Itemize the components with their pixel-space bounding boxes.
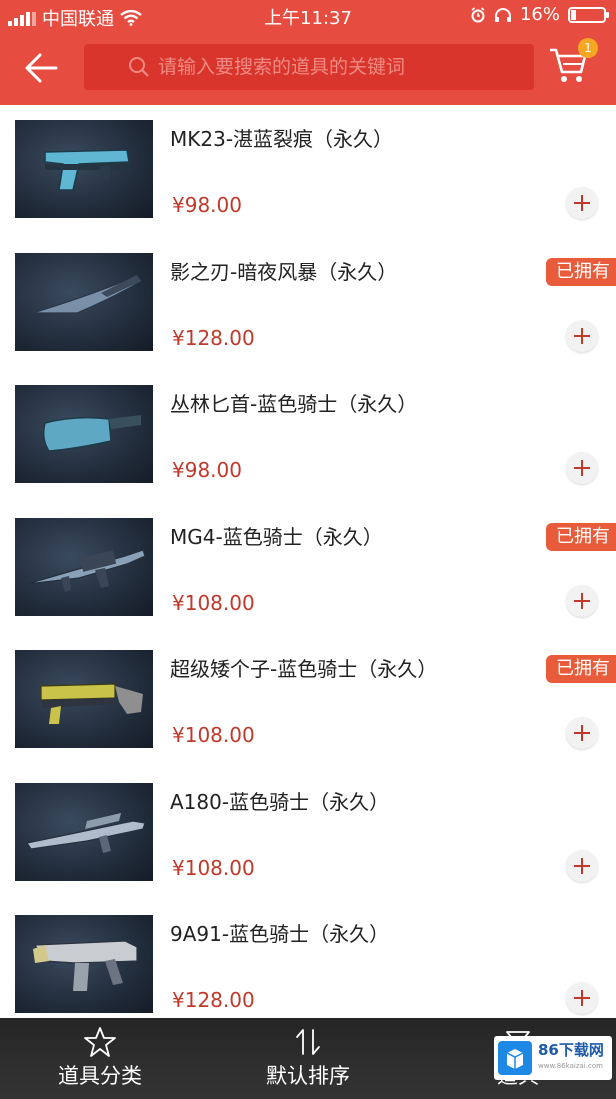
add-to-cart-button[interactable] <box>566 319 598 352</box>
item-price: ¥108.00 <box>172 723 255 747</box>
item-name: A180-蓝色骑士（永久） <box>170 789 390 814</box>
tab-category[interactable]: 道具分类 <box>40 1018 160 1099</box>
star-icon <box>84 1027 116 1057</box>
owned-badge: 已拥有 <box>546 655 616 683</box>
search-box[interactable] <box>84 44 534 90</box>
product-list: MK23-湛蓝裂痕（永久） ¥98.00 影之刃-暗夜风暴（永久） ¥128.0… <box>0 105 616 1033</box>
item-thumbnail <box>15 385 153 483</box>
item-price: ¥98.00 <box>172 458 242 482</box>
list-item[interactable]: 9A91-蓝色骑士（永久） ¥128.00 <box>0 900 616 1033</box>
list-item[interactable]: 超级矮个子-蓝色骑士（永久） ¥108.00 已拥有 <box>0 635 616 768</box>
watermark-logo-icon <box>498 1041 532 1075</box>
alarm-icon <box>471 6 485 22</box>
item-price: ¥108.00 <box>172 590 255 615</box>
cart-button[interactable]: 1 <box>548 38 598 90</box>
item-name: 影之刃-暗夜风暴（永久） <box>170 259 398 284</box>
list-item[interactable]: 影之刃-暗夜风暴（永久） ¥128.00 已拥有 <box>0 238 616 371</box>
pistol-icon <box>44 149 130 191</box>
add-to-cart-button[interactable] <box>566 849 598 882</box>
rifle-icon <box>26 812 146 853</box>
item-price: ¥108.00 <box>172 855 255 880</box>
sort-icon <box>296 1029 320 1055</box>
item-name: MK23-湛蓝裂痕（永久） <box>170 127 394 151</box>
shotgun-icon <box>40 683 143 724</box>
jungle-knife-icon <box>42 415 141 452</box>
owned-badge: 已拥有 <box>546 257 616 286</box>
search-icon <box>129 57 149 77</box>
add-to-cart-button[interactable] <box>566 717 598 749</box>
list-item[interactable]: 丛林匕首-蓝色骑士（永久） ¥98.00 <box>0 370 616 503</box>
list-item[interactable]: MK23-湛蓝裂痕（永久） ¥98.00 <box>0 105 616 238</box>
list-item[interactable]: MG4-蓝色骑士（永久） ¥108.00 已拥有 <box>0 503 616 636</box>
owned-badge: 已拥有 <box>546 522 616 551</box>
item-name: 丛林匕首-蓝色骑士（永久） <box>170 392 418 416</box>
item-thumbnail <box>15 782 153 881</box>
tab-category-label: 道具分类 <box>58 1064 142 1088</box>
item-thumbnail <box>15 120 153 218</box>
tab-sort-label: 默认排序 <box>266 1064 350 1088</box>
item-price: ¥128.00 <box>172 988 255 1012</box>
add-to-cart-button[interactable] <box>566 187 598 219</box>
app-header: 中国联通 上午11:37 16% 请输入要搜索的道具的关键词 1 <box>0 0 616 105</box>
battery-percent: 16% <box>519 4 560 25</box>
item-thumbnail <box>15 517 153 616</box>
item-price: ¥98.00 <box>172 193 242 217</box>
watermark: 86下载网 www.86kaizai.com <box>494 1036 612 1080</box>
battery-icon <box>568 6 609 23</box>
search-input[interactable] <box>156 55 490 79</box>
status-bar: 中国联通 上午11:37 16% <box>0 0 616 32</box>
item-thumbnail <box>15 252 153 351</box>
add-to-cart-button[interactable] <box>566 452 598 484</box>
item-thumbnail <box>15 650 153 748</box>
item-price: ¥128.00 <box>172 325 255 350</box>
assault-rifle-icon <box>33 940 138 991</box>
cart-count-badge: 1 <box>578 38 598 58</box>
arrow-left-icon <box>25 53 58 83</box>
list-item[interactable]: A180-蓝色骑士（永久） ¥108.00 <box>0 768 616 901</box>
item-name: 超级矮个子-蓝色骑士（永久） <box>170 657 438 681</box>
watermark-title: 86下载网 <box>538 1041 604 1059</box>
watermark-url: www.86kaizai.com <box>538 1062 603 1070</box>
item-name: MG4-蓝色骑士（永久） <box>170 524 383 549</box>
headphones-icon <box>494 7 511 22</box>
watermark-text: 86下载网 www.86kaizai.com <box>538 1042 604 1074</box>
nav-bar: 1 <box>0 32 616 105</box>
knife-icon <box>32 274 143 314</box>
add-to-cart-button[interactable] <box>566 982 598 1014</box>
item-name: 9A91-蓝色骑士（永久） <box>170 922 390 946</box>
back-button[interactable] <box>20 46 64 90</box>
status-right: 16% <box>470 4 609 25</box>
machine-gun-icon <box>26 548 146 592</box>
item-thumbnail <box>15 915 153 1013</box>
tab-sort[interactable]: 默认排序 <box>248 1018 368 1099</box>
add-to-cart-button[interactable] <box>566 584 598 617</box>
